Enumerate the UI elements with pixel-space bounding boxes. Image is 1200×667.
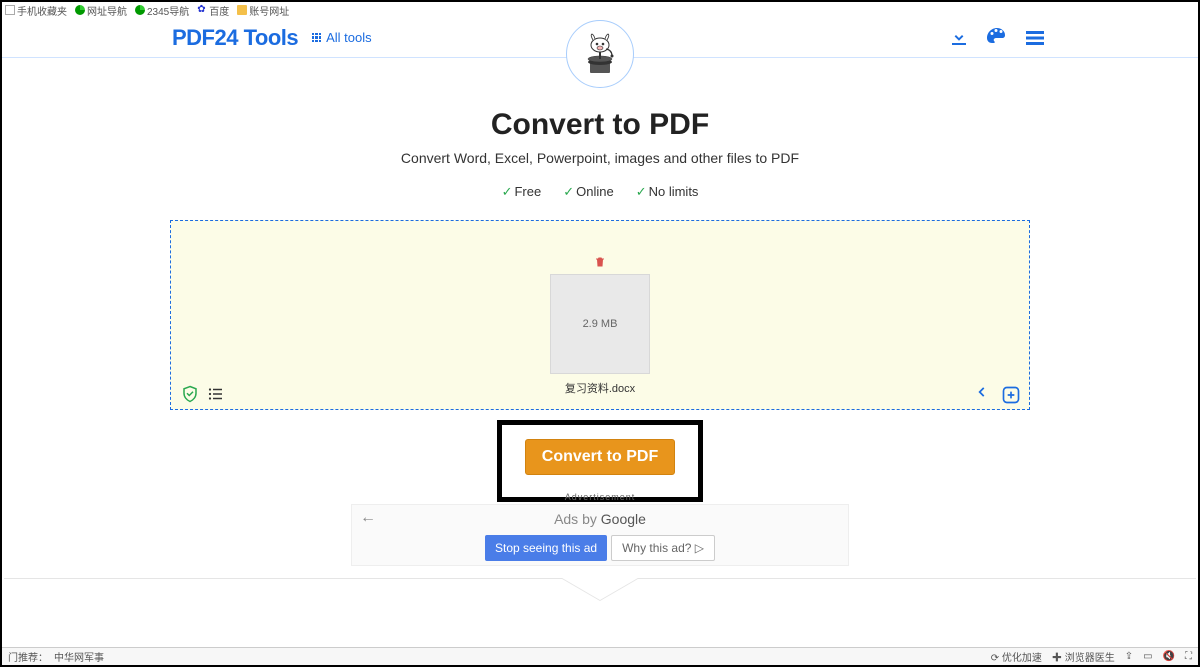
speedup-icon[interactable]: ⟳ 优化加速: [991, 649, 1042, 664]
uploaded-file-card: 2.9 MB 复习资料.docx: [550, 255, 650, 396]
bookmark-accounts[interactable]: 账号网址: [237, 3, 289, 18]
file-name: 复习资料.docx: [550, 380, 650, 396]
mascot-logo: [566, 20, 634, 88]
why-ad-button[interactable]: Why this ad? ▷: [611, 535, 715, 561]
main-content: Convert to PDF Convert Word, Excel, Powe…: [2, 58, 1198, 566]
convert-highlight-box: Convert to PDF: [497, 420, 703, 502]
chevron-left-icon[interactable]: [973, 385, 991, 403]
advertisement-label: Advertisement: [2, 492, 1198, 502]
trash-icon[interactable]: [594, 256, 606, 271]
screenshot-icon[interactable]: ▭: [1143, 651, 1152, 662]
bookmark-favorites[interactable]: 手机收藏夹: [5, 3, 67, 18]
ad-container: ← Ads by Google Stop seeing this ad Why …: [351, 504, 849, 566]
all-tools-label: All tools: [326, 30, 372, 45]
mute-icon[interactable]: 🔇: [1163, 651, 1175, 662]
brand-logo-text[interactable]: PDF24 Tools: [172, 25, 298, 51]
bookmark-baidu[interactable]: ✿百度: [197, 3, 229, 18]
page-subtitle: Convert Word, Excel, Powerpoint, images …: [2, 150, 1198, 166]
doctor-icon[interactable]: ✚ 浏览器医生: [1052, 649, 1115, 664]
ad-back-icon[interactable]: ←: [360, 509, 376, 527]
page-title: Convert to PDF: [2, 108, 1198, 142]
palette-icon[interactable]: [984, 25, 1010, 51]
bookmark-nav2[interactable]: 2345导航: [135, 3, 189, 18]
all-tools-link[interactable]: All tools: [312, 30, 372, 45]
status-recommend-label: 门推荐：: [8, 649, 48, 664]
convert-button[interactable]: Convert to PDF: [525, 439, 675, 475]
share-icon[interactable]: ⇪: [1125, 651, 1133, 662]
grid-icon: [312, 33, 321, 42]
list-icon[interactable]: [207, 385, 225, 403]
feature-badges: ✓Free ✓Online ✓No limits: [2, 184, 1198, 200]
status-recommend-link[interactable]: 中华网军事: [54, 649, 104, 664]
download-icon[interactable]: [946, 25, 972, 51]
menu-icon[interactable]: [1022, 25, 1048, 51]
expand-icon[interactable]: ⛶: [1185, 651, 1192, 662]
bookmark-nav1[interactable]: 网址导航: [75, 3, 127, 18]
bookmarks-bar: 手机收藏夹 网址导航 2345导航 ✿百度 账号网址: [2, 2, 1198, 18]
add-file-icon[interactable]: [1001, 385, 1019, 403]
file-dropzone[interactable]: 2.9 MB 复习资料.docx: [170, 220, 1030, 410]
browser-status-bar: 门推荐： 中华网军事 ⟳ 优化加速 ✚ 浏览器医生 ⇪ ▭ 🔇 ⛶: [2, 647, 1198, 665]
shield-icon[interactable]: [181, 385, 199, 403]
file-thumbnail[interactable]: 2.9 MB: [550, 274, 650, 374]
ads-by-label: Ads by Google: [352, 511, 848, 527]
section-divider: [4, 578, 1196, 602]
stop-ad-button[interactable]: Stop seeing this ad: [485, 535, 607, 561]
